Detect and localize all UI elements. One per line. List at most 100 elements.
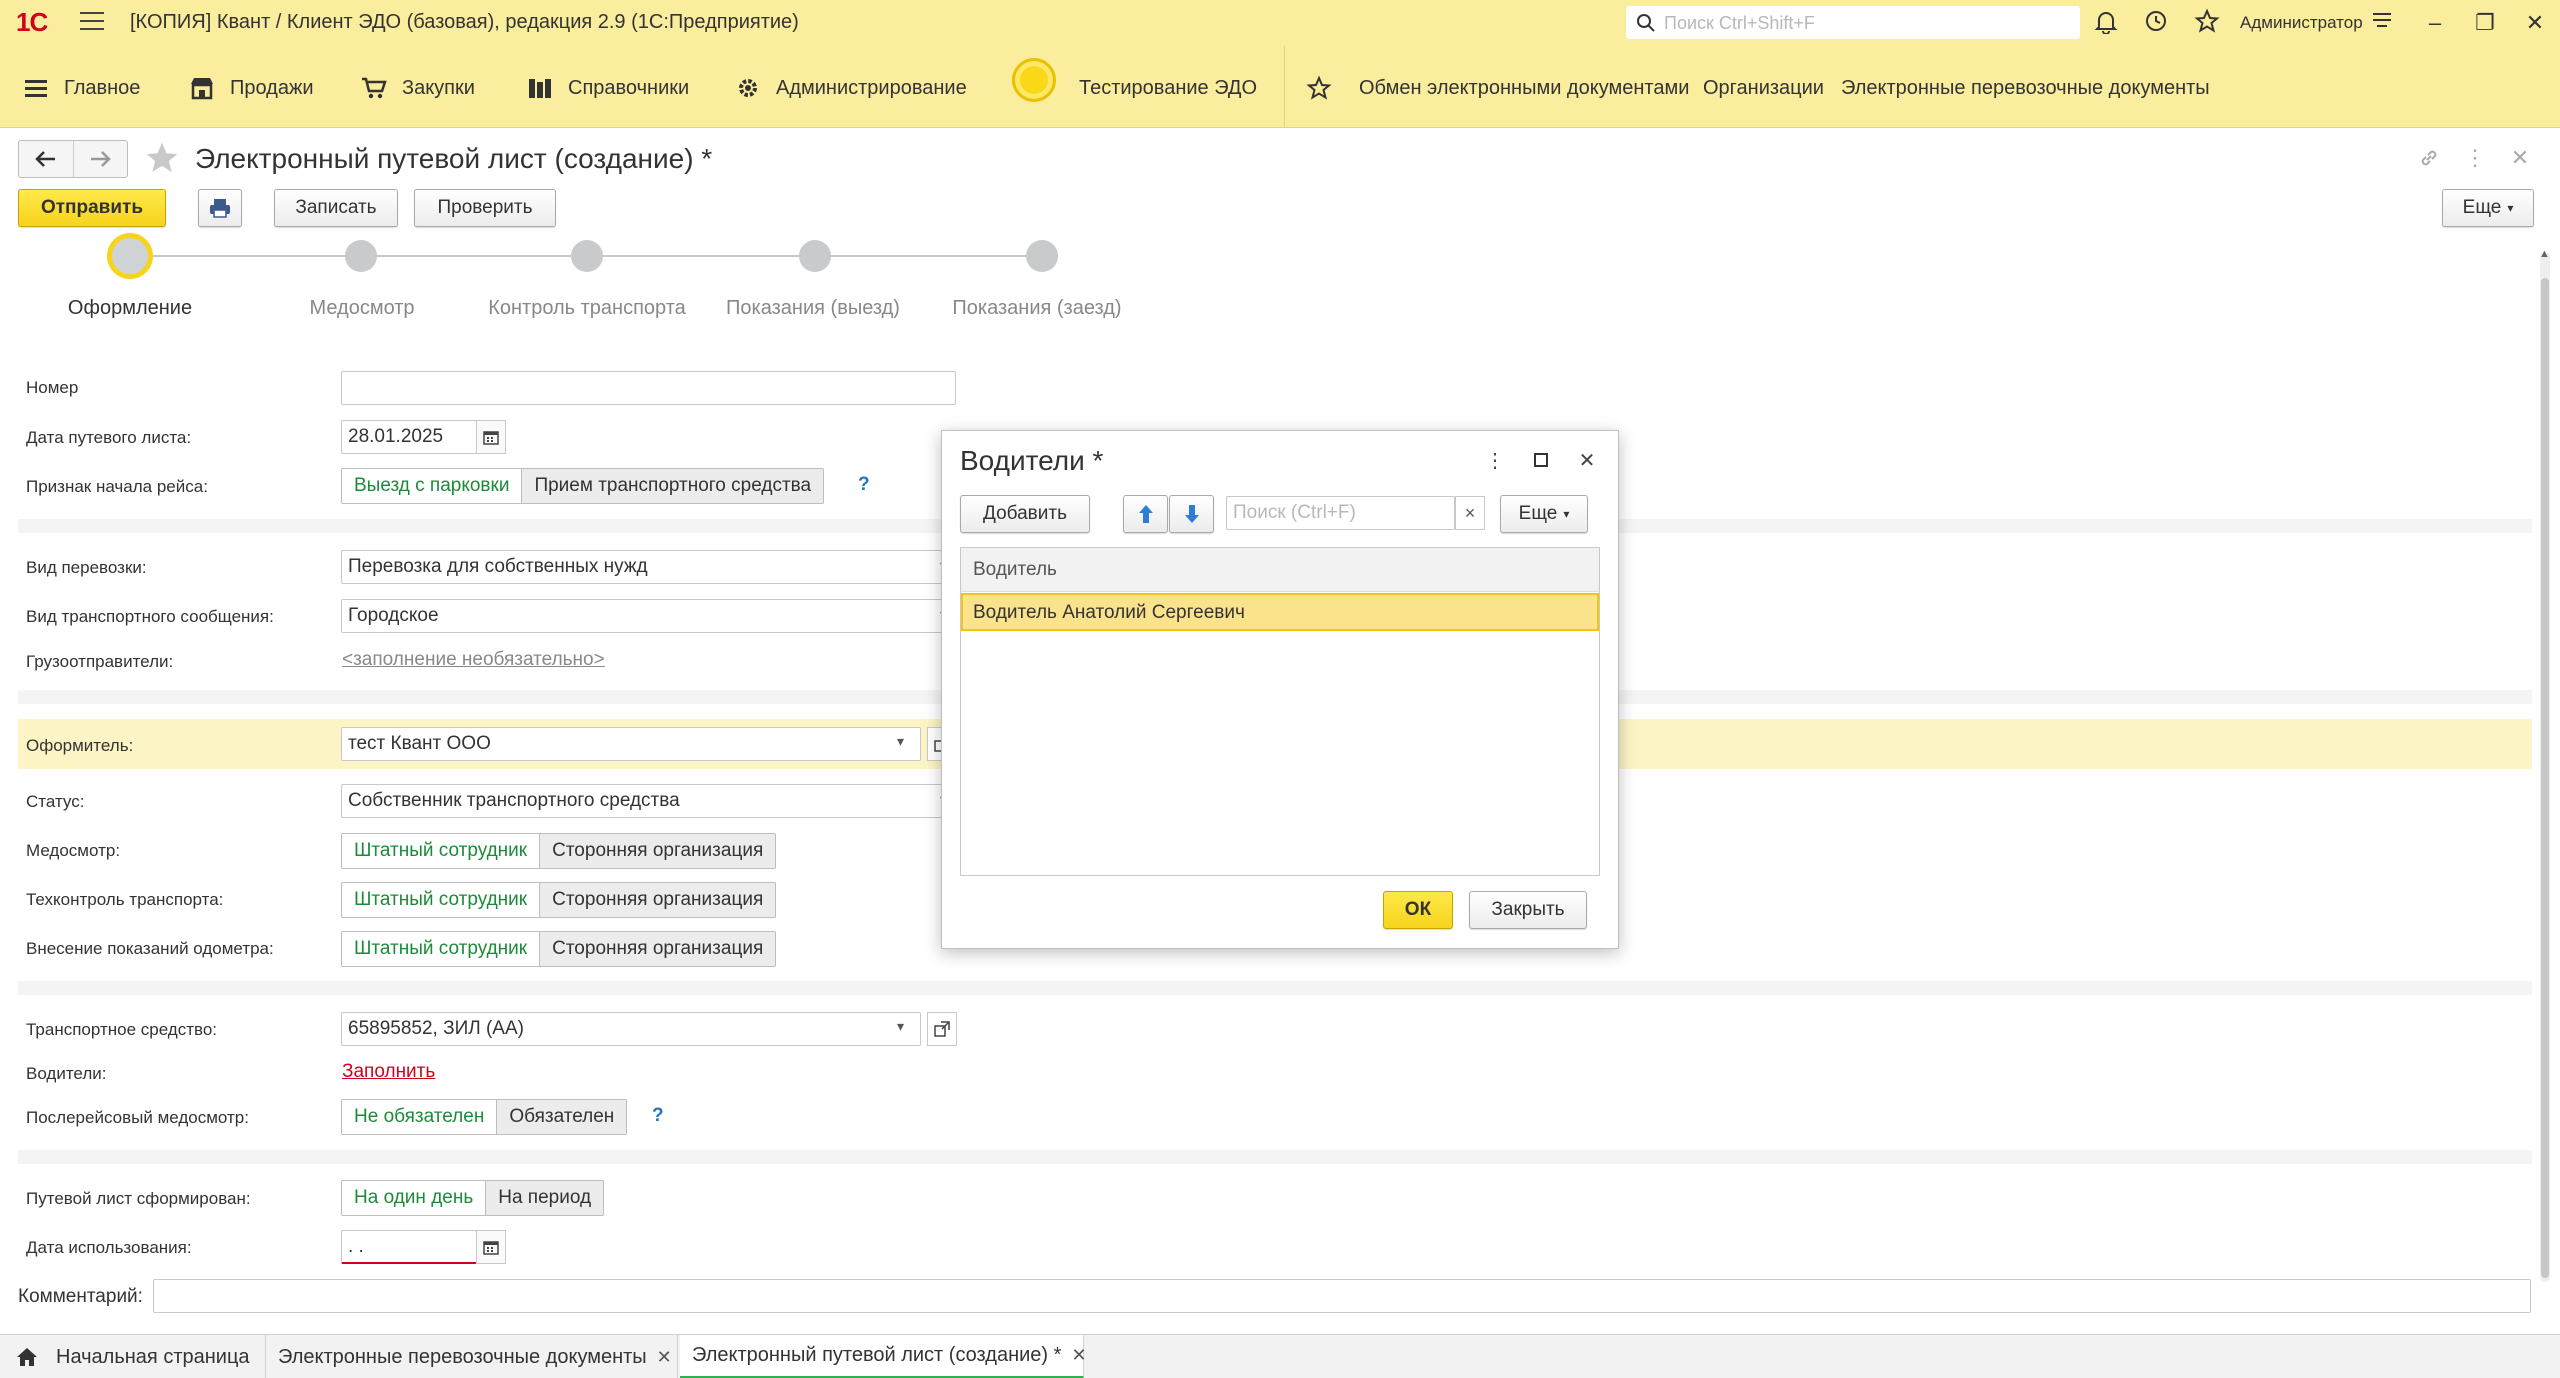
add-button[interactable]: Добавить	[960, 495, 1090, 533]
menu-item-references[interactable]: Справочники	[526, 72, 689, 104]
menu-item-purchases[interactable]: Закупки	[360, 72, 475, 104]
dialog-more-button[interactable]: Еще ▾	[1500, 495, 1588, 533]
table-row[interactable]: Водитель Анатолий Сергеевич	[961, 593, 1599, 631]
main-menu-icon[interactable]	[80, 12, 104, 32]
comment-field[interactable]	[153, 1279, 2531, 1313]
close-window-icon[interactable]: ✕	[2522, 10, 2548, 36]
close-tab-icon[interactable]: ✕	[1071, 1345, 1086, 1366]
option-period[interactable]: На период	[485, 1181, 604, 1215]
check-button[interactable]: Проверить	[414, 189, 556, 227]
tech-toggle: Штатный сотрудник Сторонняя организация	[341, 882, 777, 918]
menu-item-sales[interactable]: Продажи	[188, 72, 314, 104]
connection-select[interactable]: Городское	[341, 599, 956, 633]
close-form-icon[interactable]: ✕	[2506, 144, 2534, 172]
column-header-driver[interactable]: Водитель	[961, 548, 1599, 592]
option-third-party[interactable]: Сторонняя организация	[539, 932, 776, 966]
calendar-icon[interactable]	[476, 1230, 506, 1264]
issuer-field[interactable]: тест Квант ООО	[341, 727, 921, 761]
more-vertical-icon[interactable]: ⋮	[1482, 447, 1508, 473]
menu-item-label: Продажи	[230, 76, 314, 99]
scrollbar-thumb[interactable]	[2541, 278, 2549, 1278]
global-search-input[interactable]: Поиск Ctrl+Shift+F	[1626, 6, 2080, 39]
help-icon[interactable]: ?	[652, 1105, 664, 1127]
transport-type-select[interactable]: Перевозка для собственных нужд	[341, 550, 956, 584]
step-dot-4[interactable]	[799, 240, 831, 272]
maximize-icon[interactable]	[1528, 447, 1554, 473]
ok-button[interactable]: ОК	[1383, 891, 1453, 929]
send-button[interactable]: Отправить	[18, 189, 166, 227]
option-one-day[interactable]: На один день	[342, 1181, 486, 1215]
step-label-1[interactable]: Оформление	[68, 297, 192, 320]
favorite-star-icon[interactable]	[144, 140, 180, 181]
option-required[interactable]: Обязателен	[496, 1100, 627, 1134]
close-tab-icon[interactable]: ✕	[657, 1347, 672, 1368]
drivers-dialog: Водители * ⋮ ✕ Добавить Поиск (Ctrl+F) ×…	[941, 430, 1619, 949]
menu-item-edo-testing[interactable]: Тестирование ЭДО	[1079, 72, 1257, 104]
favorites-icon[interactable]	[1306, 72, 1332, 104]
more-button[interactable]: Еще ▾	[2442, 189, 2534, 227]
drivers-fill-link[interactable]: Заполнить	[342, 1061, 435, 1083]
settings-menu-icon[interactable]	[2370, 8, 2400, 38]
bell-icon[interactable]	[2093, 8, 2123, 38]
home-icon	[17, 1348, 37, 1366]
minimize-icon[interactable]: –	[2422, 10, 2448, 36]
tab-label: Электронный путевой лист (создание) *	[692, 1344, 1062, 1366]
date-field[interactable]: 28.01.2025	[341, 420, 477, 454]
favorite-link-edo-exchange[interactable]: Обмен электронными документами	[1359, 72, 1689, 104]
more-vertical-icon[interactable]: ⋮	[2461, 144, 2489, 172]
drivers-table: Водитель Водитель Анатолий Сергеевич	[960, 547, 1600, 876]
favorites-star-icon[interactable]	[2194, 8, 2224, 38]
step-dot-5[interactable]	[1026, 240, 1058, 272]
tab-transport-docs[interactable]: Электронные перевозочные документы ✕	[266, 1335, 678, 1378]
vehicle-field[interactable]: 65895852, ЗИЛ (АА)	[341, 1012, 921, 1046]
link-icon[interactable]	[2415, 144, 2443, 172]
menu-item-administration[interactable]: Администрирование	[734, 72, 967, 104]
option-staff[interactable]: Штатный сотрудник	[342, 834, 540, 868]
option-staff[interactable]: Штатный сотрудник	[342, 932, 540, 966]
scroll-up-icon[interactable]: ▲	[2539, 248, 2550, 260]
favorite-link-organizations[interactable]: Организации	[1703, 72, 1824, 104]
print-button[interactable]	[198, 189, 242, 227]
user-name[interactable]: Администратор	[2240, 13, 2363, 33]
calendar-icon[interactable]	[476, 420, 506, 454]
step-dot-3[interactable]	[571, 240, 603, 272]
save-button[interactable]: Записать	[274, 189, 398, 227]
vehicle-dropdown-icon[interactable]: ▾	[897, 1018, 904, 1035]
option-third-party[interactable]: Сторонняя организация	[539, 834, 776, 868]
issuer-dropdown-icon[interactable]: ▾	[897, 733, 904, 750]
odometer-toggle: Штатный сотрудник Сторонняя организация	[341, 931, 777, 967]
step-label-5[interactable]: Показания (заезд)	[952, 297, 1121, 320]
clear-search-icon[interactable]: ×	[1455, 496, 1485, 530]
help-icon[interactable]: ?	[858, 474, 870, 496]
search-icon	[1637, 14, 1655, 32]
close-button[interactable]: Закрыть	[1469, 891, 1587, 929]
step-dot-2[interactable]	[345, 240, 377, 272]
forward-button[interactable]	[72, 141, 128, 177]
step-dot-1[interactable]	[107, 233, 153, 279]
number-field[interactable]	[341, 371, 956, 405]
option-staff[interactable]: Штатный сотрудник	[342, 883, 540, 917]
status-select[interactable]: Собственник транспортного средства	[341, 784, 956, 818]
tab-home[interactable]: Начальная страница	[0, 1335, 266, 1378]
option-parking-exit[interactable]: Выезд с парковки	[342, 469, 522, 503]
close-dialog-icon[interactable]: ✕	[1574, 447, 1600, 473]
shippers-link[interactable]: <заполнение необязательно>	[342, 649, 605, 671]
option-third-party[interactable]: Сторонняя организация	[539, 883, 776, 917]
step-label-3[interactable]: Контроль транспорта	[488, 297, 686, 320]
move-up-button[interactable]	[1123, 495, 1168, 533]
option-vehicle-accept[interactable]: Прием транспортного средства	[521, 469, 824, 503]
dialog-search-input[interactable]: Поиск (Ctrl+F)	[1226, 496, 1455, 530]
back-button[interactable]	[19, 141, 73, 177]
open-icon[interactable]	[927, 1012, 957, 1046]
favorite-link-transport-docs[interactable]: Электронные перевозочные документы	[1841, 72, 2210, 104]
tab-label: Электронные перевозочные документы	[278, 1345, 647, 1368]
option-not-required[interactable]: Не обязателен	[342, 1100, 497, 1134]
history-icon[interactable]	[2143, 8, 2173, 38]
tab-waybill[interactable]: Электронный путевой лист (создание) * ✕	[680, 1335, 1087, 1378]
step-label-2[interactable]: Медосмотр	[309, 297, 414, 320]
menu-item-main[interactable]: Главное	[22, 72, 140, 104]
use-date-field[interactable]: . .	[341, 1230, 477, 1264]
restore-icon[interactable]: ❐	[2472, 10, 2498, 36]
move-down-button[interactable]	[1169, 495, 1214, 533]
step-label-4[interactable]: Показания (выезд)	[726, 297, 900, 320]
